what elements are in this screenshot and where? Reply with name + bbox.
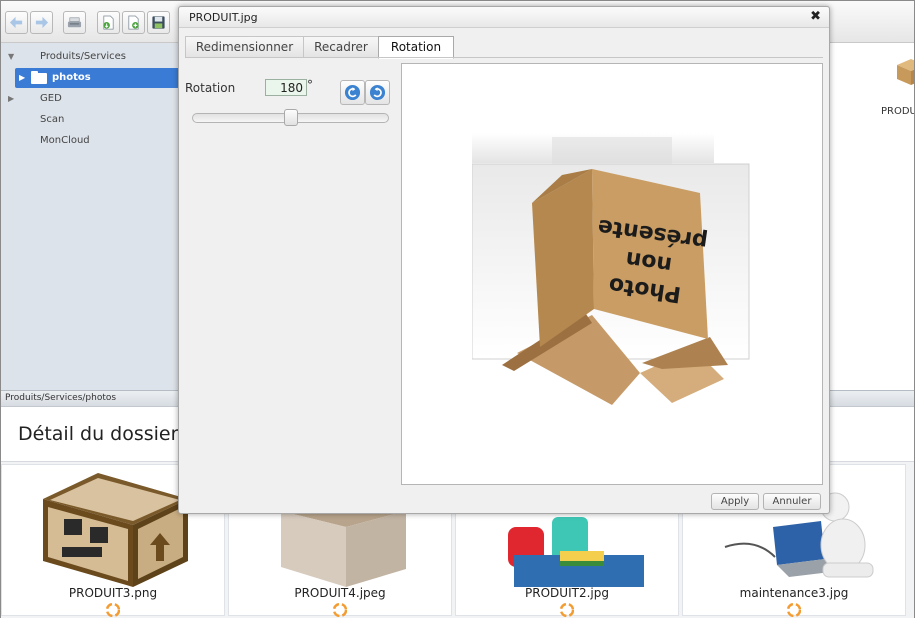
image-preview: Photo non présente	[401, 63, 823, 485]
rotate-left-button[interactable]	[340, 80, 365, 105]
arrow-right-icon	[35, 16, 49, 29]
image-edit-dialog: PRODUIT.jpg ✖ Redimensionner Recadrer Ro…	[178, 6, 830, 514]
expand-arrow-icon[interactable]: ▼	[8, 47, 14, 67]
file-item[interactable]: PRODUI	[881, 49, 914, 119]
tab-redimensionner[interactable]: Redimensionner	[185, 36, 304, 58]
thumbnail-name: PRODUIT3.png	[68, 586, 158, 600]
import-button[interactable]	[97, 11, 120, 34]
rotation-slider-handle[interactable]	[283, 109, 298, 126]
tree-item-moncloud[interactable]: MonCloud	[1, 131, 179, 151]
rotate-right-button[interactable]	[365, 80, 390, 105]
sync-icon[interactable]	[106, 603, 120, 617]
thumbnail-name: PRODUIT4.jpeg	[294, 586, 386, 600]
arrow-left-icon	[9, 16, 23, 29]
document-import-icon	[103, 15, 114, 30]
tree-item-label: Produits/Services	[40, 51, 126, 62]
dialog-titlebar[interactable]: PRODUIT.jpg ✖	[179, 7, 829, 28]
degree-unit: °	[307, 78, 313, 92]
tree-item-scan[interactable]: Scan	[1, 110, 179, 130]
thumbnail-name: PRODUIT2.jpg	[525, 586, 609, 600]
cancel-button[interactable]: Annuler	[763, 493, 821, 510]
tree-item-produits-services[interactable]: ▼ Produits/Services	[1, 47, 179, 67]
tree-item-ged[interactable]: ▶ GED	[1, 89, 179, 109]
page-title: Détail du dossier p	[18, 423, 183, 445]
back-button[interactable]	[5, 11, 28, 34]
thumbnail-name: maintenance3.jpg	[739, 586, 849, 600]
thumbnail-image	[38, 469, 198, 589]
sidebar-tree: ▼ Produits/Services ▶ photos ▶ GED Scan …	[1, 43, 179, 390]
tree-item-label: GED	[40, 93, 62, 104]
forward-button[interactable]	[30, 11, 53, 34]
save-button[interactable]	[147, 11, 170, 34]
rotation-label: Rotation	[185, 81, 236, 95]
dialog-title: PRODUIT.jpg	[189, 11, 258, 24]
expand-arrow-icon[interactable]: ▶	[8, 89, 14, 109]
rotate-right-icon	[369, 84, 386, 101]
collapse-arrow-icon[interactable]: ▶	[19, 68, 25, 88]
file-label: PRODUI	[881, 106, 914, 117]
tree-item-label: MonCloud	[40, 135, 90, 146]
tree-item-label: Scan	[40, 114, 65, 125]
sync-icon[interactable]	[560, 603, 574, 617]
rotate-left-icon	[344, 84, 361, 101]
tab-divider	[185, 57, 823, 58]
apply-button[interactable]: Apply	[711, 493, 759, 510]
sync-icon[interactable]	[787, 603, 801, 617]
product-placeholder-image: Photo non présente	[472, 133, 750, 405]
document-add-icon	[128, 15, 139, 30]
scanner-button[interactable]	[63, 11, 86, 34]
tree-item-label: photos	[52, 72, 91, 83]
close-icon[interactable]: ✖	[810, 10, 821, 24]
new-document-button[interactable]	[122, 11, 145, 34]
rotation-input[interactable]	[265, 79, 307, 96]
tree-item-photos[interactable]: ▶ photos	[15, 68, 179, 88]
tab-rotation[interactable]: Rotation	[378, 36, 454, 59]
tab-recadrer[interactable]: Recadrer	[303, 36, 379, 58]
folder-icon	[31, 71, 47, 84]
scanner-icon	[67, 17, 82, 28]
box-icon	[897, 59, 914, 85]
sync-icon[interactable]	[333, 603, 347, 617]
floppy-disk-icon	[152, 16, 165, 29]
